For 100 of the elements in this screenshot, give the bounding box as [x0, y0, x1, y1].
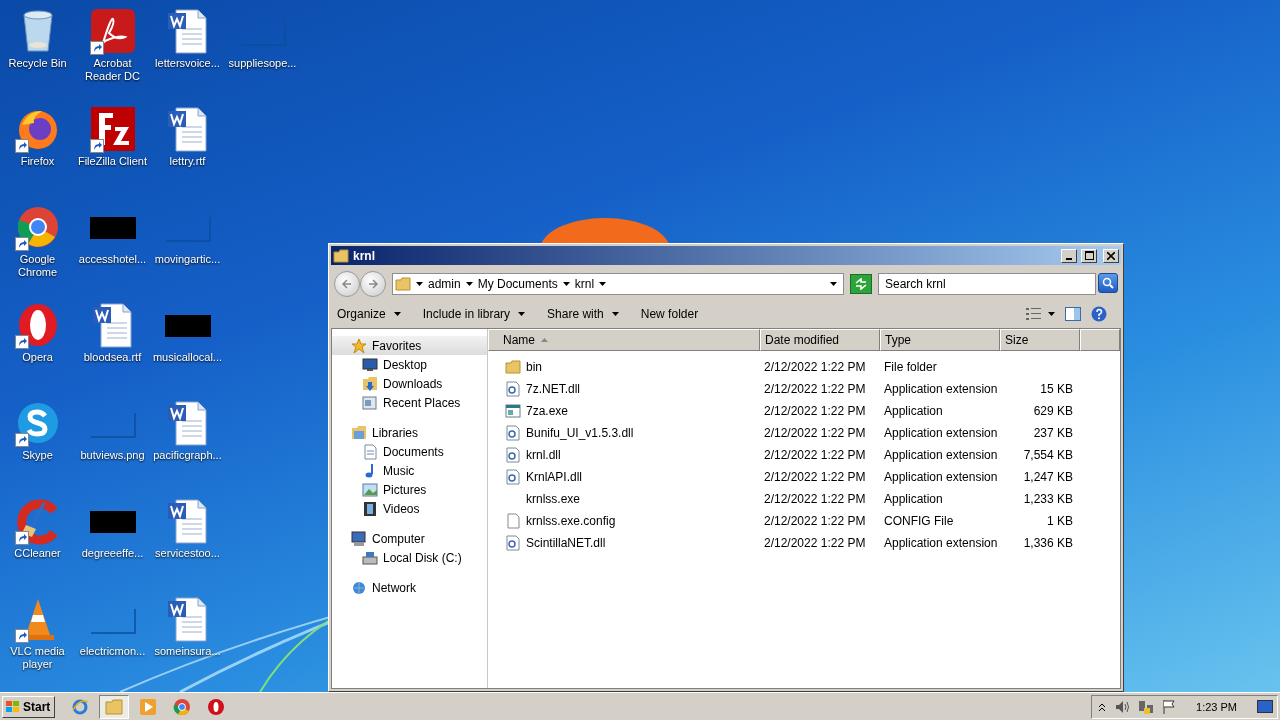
dropdown-icon	[830, 280, 837, 287]
breadcrumb-item[interactable]: admin	[428, 276, 461, 291]
toolbar-command[interactable]: Share with	[547, 307, 619, 321]
desktop-icon[interactable]: Recycle Bin	[0, 6, 75, 104]
file-name[interactable]: KrnlAPI.dll	[525, 470, 583, 484]
desktop-icon[interactable]: movingartic...	[150, 202, 225, 300]
desktop-icon[interactable]: lettersvoice...	[150, 6, 225, 104]
forward-button[interactable]	[360, 270, 386, 297]
preview-pane-icon	[1065, 307, 1081, 321]
file-name[interactable]: krnl.dll	[525, 448, 561, 462]
desktop-icon[interactable]: degreeeffe...	[75, 496, 150, 594]
gear-file-icon	[505, 469, 521, 485]
start-button[interactable]: Start	[2, 695, 56, 718]
maximize-button[interactable]	[1081, 248, 1097, 263]
column-header[interactable]: Size	[1000, 329, 1080, 351]
table-cell-text: 2/12/2022 1:22 PM	[763, 448, 867, 462]
toolbar-command[interactable]: New folder	[640, 307, 699, 321]
desktop-icon[interactable]: Acrobat Reader DC	[75, 6, 150, 104]
nav-item[interactable]: Pictures	[332, 480, 487, 499]
file-name[interactable]: 7za.exe	[525, 404, 569, 418]
network-icon[interactable]	[1138, 698, 1155, 715]
network-icon	[351, 579, 367, 596]
desktop-icon[interactable]: suppliesope...	[225, 6, 300, 104]
back-arrow-icon	[341, 277, 353, 290]
table-cell-text: 1,233 KB	[1022, 492, 1074, 506]
table-cell-text: 2/12/2022 1:22 PM	[763, 426, 867, 440]
search-icon	[1102, 276, 1114, 289]
help-button[interactable]	[1091, 306, 1107, 322]
desktop-icon[interactable]: musicallocal...	[150, 300, 225, 398]
column-header[interactable]: Name	[488, 329, 760, 351]
desktop-icon[interactable]: pacificgraph...	[150, 398, 225, 496]
gear-file-icon	[505, 425, 521, 441]
table-cell-text: 237 KB	[1032, 426, 1074, 440]
nav-item[interactable]: Favorites	[332, 336, 487, 355]
column-header[interactable]: Type	[880, 329, 1000, 351]
show-desktop-icon[interactable]	[1257, 699, 1273, 714]
file-name[interactable]: 7z.NET.dll	[525, 382, 581, 396]
folder-icon	[395, 275, 411, 292]
view-options-button[interactable]	[1026, 307, 1055, 321]
close-button[interactable]	[1103, 248, 1119, 263]
chevron-up-icon[interactable]	[1098, 701, 1107, 712]
nav-item[interactable]: Desktop	[332, 355, 487, 374]
nav-item[interactable]: Downloads	[332, 374, 487, 393]
search-field[interactable]: Search krnl	[878, 272, 1096, 295]
desktop-icon[interactable]: someinsura...	[150, 594, 225, 692]
table-cell-text: Application	[883, 492, 944, 506]
desktop-icon[interactable]: FileZilla Client	[75, 104, 150, 202]
desktop-icon[interactable]: accesshotel...	[75, 202, 150, 300]
preview-pane-button[interactable]	[1065, 307, 1081, 321]
table-cell-text: 1 KB	[1046, 514, 1074, 528]
desktop-icon[interactable]: Skype	[0, 398, 75, 496]
internet-explorer-icon	[71, 697, 90, 716]
desktop-icon[interactable]: lettry.rtf	[150, 104, 225, 202]
file-name[interactable]: bin	[525, 360, 542, 374]
minimize-icon	[1066, 257, 1072, 260]
monitor-icon	[362, 356, 378, 373]
close-icon	[1107, 251, 1115, 260]
taskbar-app[interactable]	[99, 694, 130, 719]
address-bar[interactable]: admin My Documents krnl	[392, 272, 844, 295]
nav-item[interactable]: Recent Places	[332, 393, 487, 412]
file-name[interactable]: Bunifu_UI_v1.5.3.dll	[525, 426, 634, 440]
desktop-icon[interactable]: butviews.png	[75, 398, 150, 496]
desktop-icon[interactable]: Opera	[0, 300, 75, 398]
desktop-icon[interactable]: CCleaner	[0, 496, 75, 594]
minimize-button[interactable]	[1061, 248, 1077, 263]
column-header[interactable]: Date modified	[760, 329, 880, 351]
desktop-icon[interactable]: Firefox	[0, 104, 75, 202]
desktop-icon[interactable]: electricmon...	[75, 594, 150, 692]
window-title: krnl	[353, 248, 376, 263]
caret-icon	[1048, 311, 1055, 317]
desktop-icon[interactable]: servicestoo...	[150, 496, 225, 594]
file-name[interactable]: ScintillaNET.dll	[525, 536, 606, 550]
refresh-icon	[854, 277, 868, 290]
opera-icon	[207, 697, 226, 716]
application-icon	[505, 403, 521, 419]
desktop-icon[interactable]: VLC media player	[0, 594, 75, 692]
desktop-icon[interactable]: Google Chrome	[0, 202, 75, 300]
search-button[interactable]	[1098, 272, 1118, 293]
document-icon	[362, 443, 378, 460]
toolbar-command[interactable]: Organize	[337, 307, 401, 321]
nav-item[interactable]: Network	[332, 578, 487, 597]
breadcrumb-item[interactable]: My Documents	[477, 276, 558, 291]
folder-icon	[505, 359, 521, 375]
folder-icon	[105, 697, 124, 716]
toolbar-command[interactable]: Include in library	[422, 307, 526, 321]
nav-item[interactable]: Music	[332, 461, 487, 480]
refresh-button[interactable]	[850, 273, 872, 294]
desktop-icon[interactable]: bloodsea.rtf	[75, 300, 150, 398]
nav-item[interactable]: Local Disk (C:)	[332, 548, 487, 567]
forward-arrow-icon	[367, 277, 379, 290]
file-name[interactable]: krnlss.exe.config	[525, 514, 616, 528]
nav-item[interactable]: Videos	[332, 499, 487, 518]
nav-item[interactable]: Computer	[332, 529, 487, 548]
flag-icon[interactable]	[1162, 698, 1177, 715]
breadcrumb-item[interactable]: krnl	[574, 276, 595, 291]
file-name[interactable]: krnlss.exe	[525, 492, 581, 506]
caret-icon	[599, 280, 607, 287]
nav-item[interactable]: Libraries	[332, 423, 487, 442]
speaker-icon[interactable]	[1114, 699, 1131, 714]
nav-item[interactable]: Documents	[332, 442, 487, 461]
